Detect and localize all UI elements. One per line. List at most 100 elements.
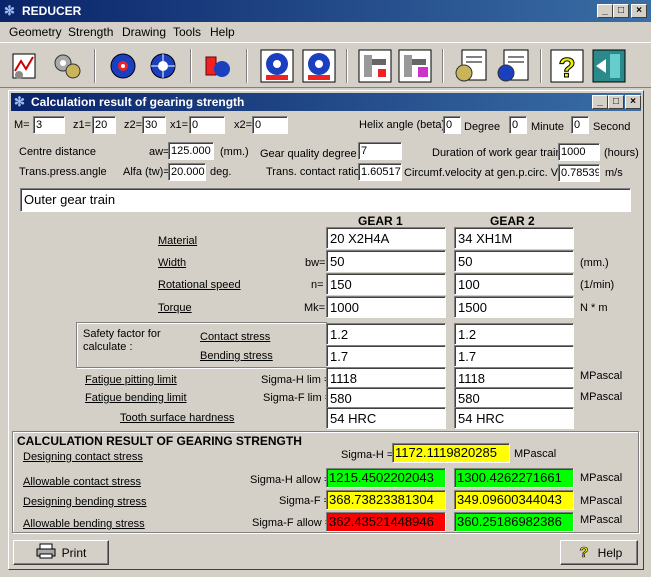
result-title: CALCULATION RESULT OF GEARING STRENGTH	[17, 434, 302, 448]
duration-field[interactable]: 1000	[558, 143, 600, 161]
child-snowflake-icon[interactable]: ✻	[14, 95, 28, 109]
torque-label[interactable]: Torque	[158, 302, 192, 314]
width-gear2-field[interactable]: 50	[454, 250, 574, 272]
safety-bending-gear1-field[interactable]: 1.7	[326, 345, 446, 367]
shaft-red-icon[interactable]	[356, 47, 394, 85]
width-label[interactable]: Width	[158, 257, 186, 269]
z1-field[interactable]: 20	[92, 116, 116, 134]
material-gear1-field[interactable]: 20 X2H4A	[326, 227, 446, 249]
fatigue-pitting-label[interactable]: Fatigue pitting limit	[85, 374, 177, 386]
torque-gear2-field[interactable]: 1500	[454, 296, 574, 318]
gear-red-icon[interactable]	[104, 47, 142, 85]
hardness-gear2-field[interactable]: 54 HRC	[454, 407, 574, 429]
designing-bending-gear1-value: 368.73823381304	[326, 490, 446, 510]
menu-drawing[interactable]: Drawing	[122, 25, 166, 39]
velocity-unit: m/s	[605, 167, 623, 179]
allowable-contact-stress-label[interactable]: Allowable contact stress	[23, 476, 141, 488]
app-snowflake-icon[interactable]: ✻	[4, 4, 18, 18]
gear-front-icon[interactable]	[258, 47, 296, 85]
aw-field[interactable]: 125.000	[168, 142, 214, 160]
help-icon[interactable]: ?	[548, 47, 586, 85]
close-button[interactable]: ×	[631, 4, 647, 18]
menu-tools[interactable]: Tools	[173, 25, 201, 39]
maximize-button[interactable]: □	[613, 4, 629, 18]
child-maximize-button[interactable]: □	[608, 95, 624, 109]
torque-unit: N * m	[580, 302, 608, 314]
safety-bending-gear2-field[interactable]: 1.7	[454, 345, 574, 367]
speed-gear2-field[interactable]: 100	[454, 273, 574, 295]
menu-geometry[interactable]: Geometry	[9, 25, 62, 39]
m-field[interactable]: 3	[33, 116, 65, 134]
pitting-sym: Sigma-H lim =	[261, 374, 331, 386]
report-gear-icon[interactable]	[452, 47, 490, 85]
minimize-button[interactable]: _	[597, 4, 613, 18]
allowable-bending-gear2-value: 360.25186982386	[454, 512, 574, 532]
bending-stress-label[interactable]: Bending stress	[200, 350, 273, 362]
second-label: Second	[593, 121, 631, 133]
alfa-field[interactable]: 20.000	[168, 163, 206, 181]
report-gear2-icon[interactable]	[494, 47, 532, 85]
help-question-icon: ?	[576, 543, 592, 562]
m-label: M=	[14, 119, 30, 131]
centre-distance-label: Centre distance	[19, 146, 97, 158]
helix-label: Helix angle (beta)	[359, 119, 446, 131]
menu-help[interactable]: Help	[210, 25, 235, 39]
speed-gear1-field[interactable]: 150	[326, 273, 446, 295]
alfa-unit: deg.	[210, 166, 232, 178]
alfa-label: Alfa (tw)=	[123, 166, 170, 178]
gear2-header: GEAR 2	[490, 214, 535, 228]
bending-gear2-field[interactable]: 580	[454, 387, 574, 409]
safety-contact-gear2-field[interactable]: 1.2	[454, 323, 574, 345]
designing-bending-stress-label[interactable]: Designing bending stress	[23, 496, 147, 508]
svg-text:?: ?	[579, 544, 588, 559]
material-gear2-field[interactable]: 34 XH1M	[454, 227, 574, 249]
hardness-label[interactable]: Tooth surface hardness	[120, 412, 234, 424]
gear-pair-icon[interactable]	[198, 47, 236, 85]
contact-stress-label[interactable]: Contact stress	[200, 331, 270, 343]
app-title-bar: ✻ REDUCER _ □ ×	[0, 0, 651, 22]
gear-side-icon[interactable]	[300, 47, 338, 85]
hardness-gear1-field[interactable]: 54 HRC	[326, 407, 446, 429]
toolbar-separator	[94, 49, 96, 83]
helix-second-field[interactable]: 0	[571, 116, 589, 134]
help-button[interactable]: ? Help	[560, 540, 638, 565]
child-close-button[interactable]: ×	[625, 95, 641, 109]
rotational-speed-label[interactable]: Rotational speed	[158, 279, 241, 291]
allowable-bending-stress-label[interactable]: Allowable bending stress	[23, 518, 145, 530]
allowable-bending-gear1-value: 362.43521448946	[326, 512, 446, 532]
allowable-contact-gear2-value: 1300.4262271661	[454, 468, 574, 488]
shaft-purple-icon[interactable]	[396, 47, 434, 85]
torque-gear1-field[interactable]: 1000	[326, 296, 446, 318]
z2-field[interactable]: 30	[142, 116, 166, 134]
duration-unit: (hours)	[604, 147, 639, 159]
helix-minute-field[interactable]: 0	[509, 116, 527, 134]
gears-tool-icon[interactable]	[48, 47, 86, 85]
chart-tool-icon[interactable]	[6, 47, 44, 85]
pitting-gear2-field[interactable]: 1118	[454, 367, 574, 389]
train-name-field[interactable]: Outer gear train	[20, 188, 631, 212]
material-label[interactable]: Material	[158, 235, 197, 247]
x2-field[interactable]: 0	[252, 116, 288, 134]
abs-sym: Sigma-F allow =	[252, 517, 332, 529]
safety-contact-gear1-field[interactable]: 1.2	[326, 323, 446, 345]
velocity-field: 0.78539	[558, 164, 600, 182]
exit-icon[interactable]	[590, 47, 628, 85]
menu-strength[interactable]: Strength	[68, 25, 113, 39]
helix-degree-field[interactable]: 0	[443, 116, 461, 134]
child-minimize-button[interactable]: _	[592, 95, 608, 109]
x1-field[interactable]: 0	[189, 116, 225, 134]
gear-blue-icon[interactable]	[144, 47, 182, 85]
bending-sym: Sigma-F lim =	[263, 392, 332, 404]
designing-contact-stress-label[interactable]: Designing contact stress	[23, 451, 143, 463]
x2-label: x2=	[234, 119, 253, 131]
dcs-unit: MPascal	[514, 448, 557, 460]
bending-gear1-field[interactable]: 580	[326, 387, 446, 409]
dbs-sym: Sigma-F =	[279, 495, 331, 507]
minute-label: Minute	[531, 121, 565, 133]
width-gear1-field[interactable]: 50	[326, 250, 446, 272]
quality-field[interactable]: 7	[358, 142, 402, 160]
print-button[interactable]: Print	[13, 540, 109, 565]
child-title-bar: ✻ Calculation result of gearing strength…	[11, 93, 641, 111]
fatigue-bending-label[interactable]: Fatigue bending limit	[85, 392, 187, 404]
pitting-gear1-field[interactable]: 1118	[326, 367, 446, 389]
